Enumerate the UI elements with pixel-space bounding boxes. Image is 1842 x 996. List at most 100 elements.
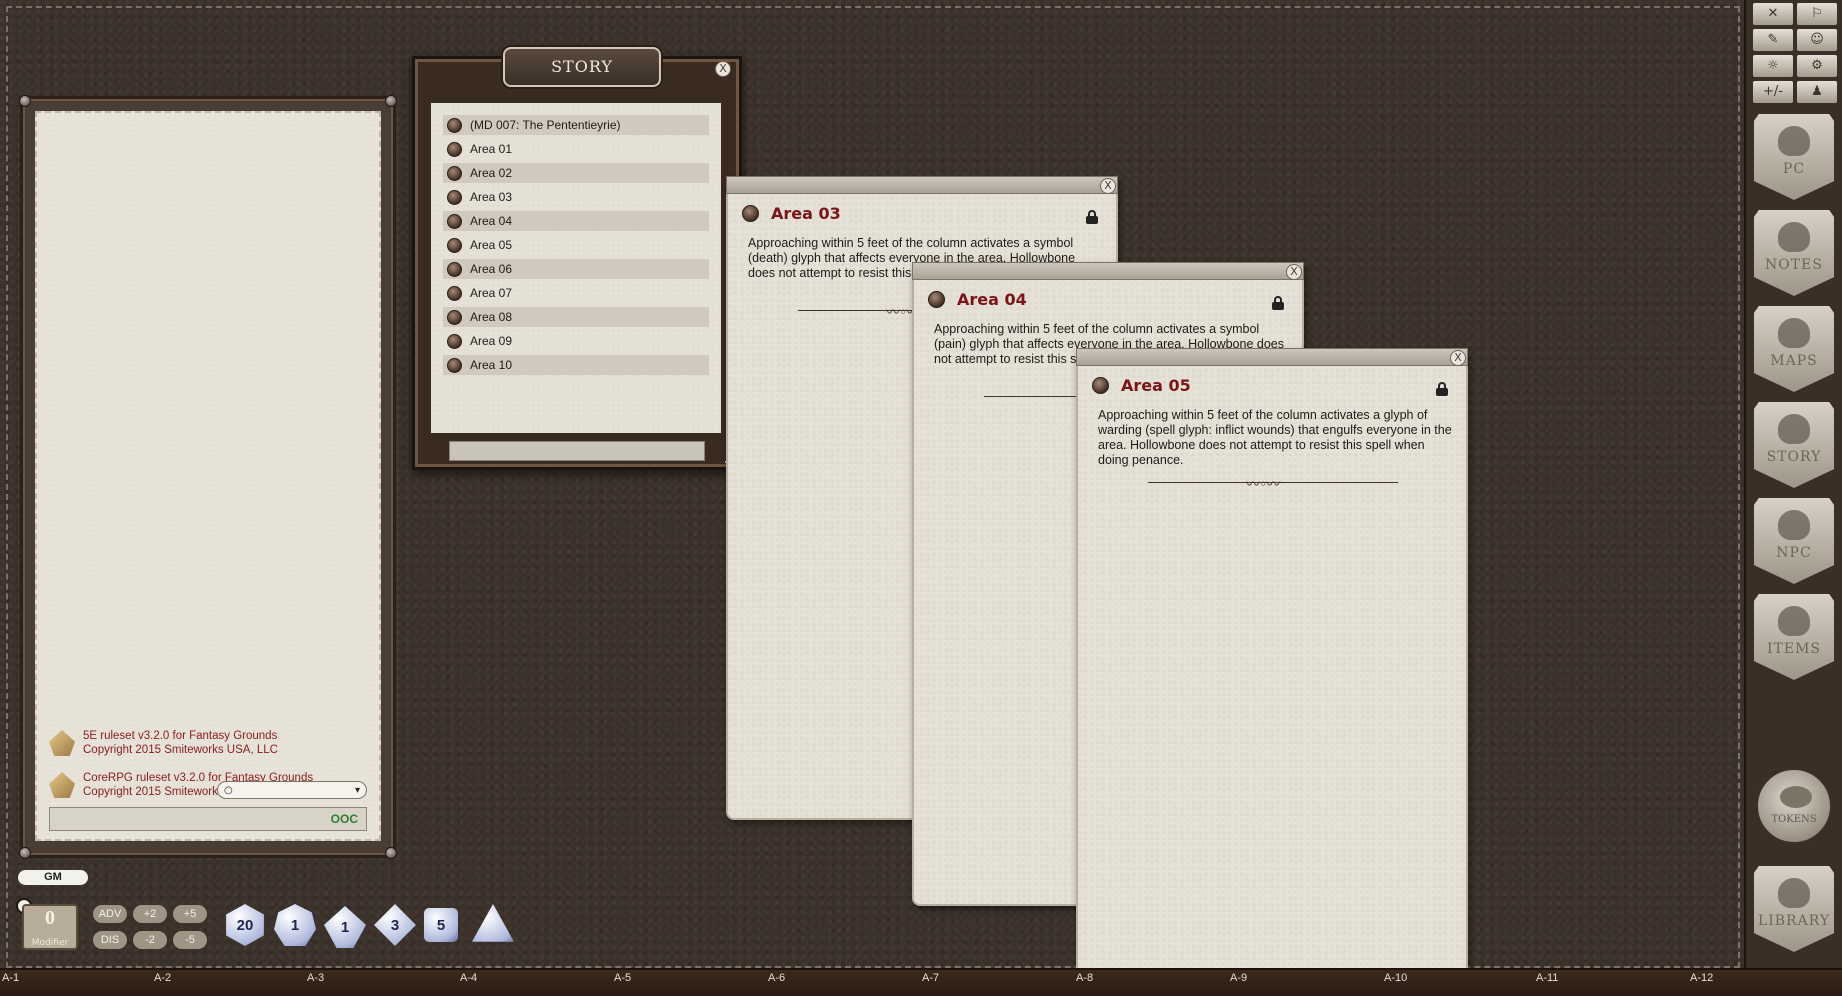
right-sidebar: ✕ ⚐ ✎ ☺ ☼ ⚙ +/- ♟ PC NOTES MAPS STORY NP… <box>1744 0 1842 968</box>
link-icon[interactable] <box>742 205 759 222</box>
story-list-item[interactable]: Area 07 <box>443 283 709 303</box>
flourish-icon: 〰◦〰 <box>1246 477 1280 493</box>
effects-icon[interactable]: +/- <box>1752 80 1794 104</box>
story-list: (MD 007: The Pententieyrie) Area 01 Area… <box>431 103 721 433</box>
link-icon[interactable] <box>447 213 462 229</box>
link-icon[interactable] <box>1092 377 1109 394</box>
story-list-item[interactable]: Area 02 <box>443 163 709 183</box>
d10-die-icon[interactable]: 1 <box>324 906 366 948</box>
modifier-value: 0 <box>45 907 55 929</box>
story-list-item[interactable]: Area 01 <box>443 139 709 159</box>
close-icon[interactable]: X <box>1286 264 1302 280</box>
story-list-item[interactable]: Area 05 <box>443 235 709 255</box>
tokens-sidebar-button[interactable]: TOKENS <box>1756 768 1832 844</box>
lock-icon[interactable] <box>1086 210 1098 224</box>
link-icon[interactable] <box>447 165 462 181</box>
frame-stud <box>385 847 397 859</box>
d12-die-icon[interactable]: 1 <box>274 904 316 946</box>
record-title[interactable]: Area 03 <box>771 204 841 223</box>
ruler-label: A-2 <box>154 972 172 984</box>
link-icon[interactable] <box>447 309 462 325</box>
tables-icon[interactable]: ✎ <box>1752 28 1794 52</box>
link-icon[interactable] <box>447 141 462 157</box>
chat-log[interactable]: 5E ruleset v3.2.0 for Fantasy Grounds Co… <box>35 111 381 841</box>
d6-die-icon[interactable]: 5 <box>424 908 458 942</box>
notes-sidebar-button[interactable]: NOTES <box>1754 210 1834 296</box>
story-list-item[interactable]: Area 06 <box>443 259 709 279</box>
ruleset-icon <box>49 730 75 756</box>
close-icon[interactable]: X <box>1450 350 1466 366</box>
d8-die-icon[interactable]: 3 <box>374 904 416 946</box>
record-title[interactable]: Area 04 <box>957 290 1027 309</box>
d4-die-icon[interactable] <box>472 904 514 946</box>
library-sidebar-button[interactable]: LIBRARY <box>1754 866 1834 952</box>
skull-icon <box>1778 510 1810 540</box>
link-icon[interactable] <box>447 285 462 301</box>
story-list-item[interactable]: Area 10 <box>443 355 709 375</box>
ruler-label: A-6 <box>768 972 786 984</box>
link-icon[interactable] <box>447 333 462 349</box>
maps-sidebar-button[interactable]: MAPS <box>1754 306 1834 392</box>
ruler-label: A-10 <box>1384 972 1408 984</box>
grid-ruler: A-1 A-2 A-3 A-4 A-5 A-6 A-7 A-8 A-9 A-10… <box>0 968 1842 996</box>
story-filter-input[interactable] <box>449 441 705 461</box>
chat-entry-input[interactable]: OOC <box>49 807 367 831</box>
story-window[interactable]: STORY X (MD 007: The Pententieyrie) Area… <box>412 47 742 470</box>
window-titlebar[interactable] <box>912 262 1304 280</box>
record-header: Area 05 <box>1092 376 1191 395</box>
story-window-title: STORY <box>503 47 661 87</box>
npc-sidebar-button[interactable]: NPC <box>1754 498 1834 584</box>
masks-icon <box>1778 414 1810 444</box>
minus2-button[interactable]: -2 <box>132 930 168 950</box>
calendar-icon[interactable]: ☼ <box>1752 54 1794 78</box>
frame-stud <box>19 95 31 107</box>
lock-icon[interactable] <box>1436 382 1448 396</box>
plus2-button[interactable]: +2 <box>132 904 168 924</box>
link-icon[interactable] <box>447 261 462 277</box>
ruler-label: A-5 <box>614 972 632 984</box>
party-sheet-icon[interactable]: ⚐ <box>1796 2 1838 26</box>
options-icon[interactable]: ⚙ <box>1796 54 1838 78</box>
token-icon <box>1780 786 1812 808</box>
link-icon[interactable] <box>447 117 462 133</box>
story-sidebar-button[interactable]: STORY <box>1754 402 1834 488</box>
close-icon[interactable]: X <box>1100 178 1116 194</box>
close-icon[interactable]: X <box>715 61 731 77</box>
record-title[interactable]: Area 05 <box>1121 376 1191 395</box>
lock-icon[interactable] <box>1272 296 1284 310</box>
story-list-item[interactable]: Area 03 <box>443 187 709 207</box>
minus5-button[interactable]: -5 <box>172 930 208 950</box>
chat-message-line: 5E ruleset v3.2.0 for Fantasy Grounds <box>83 730 278 742</box>
story-list-item[interactable]: Area 04 <box>443 211 709 231</box>
ruler-label: A-8 <box>1076 972 1094 984</box>
modifier-box[interactable]: 0 Modifier <box>22 904 78 950</box>
combat-tracker-icon[interactable]: ✕ <box>1752 2 1794 26</box>
helmet-icon <box>1778 126 1810 156</box>
record-text[interactable]: Approaching within 5 feet of the column … <box>1098 408 1452 468</box>
link-icon[interactable] <box>447 357 462 373</box>
modifiers-icon[interactable]: ☺ <box>1796 28 1838 52</box>
items-sidebar-button[interactable]: ITEMS <box>1754 594 1834 680</box>
ooc-toggle[interactable]: OOC <box>331 812 358 826</box>
frame-stud <box>19 847 31 859</box>
window-titlebar[interactable] <box>1076 348 1468 366</box>
story-record-window[interactable]: X Area 05 Approaching within 5 feet of t… <box>1076 348 1468 992</box>
ruler-label: A-11 <box>1536 972 1559 984</box>
story-list-item[interactable]: (MD 007: The Pententieyrie) <box>443 115 709 135</box>
link-icon[interactable] <box>447 189 462 205</box>
adv-button[interactable]: ADV <box>92 904 128 924</box>
pointer-icon[interactable]: ♟ <box>1796 80 1838 104</box>
d20-die-icon[interactable]: 20 <box>224 904 266 946</box>
link-icon[interactable] <box>447 237 462 253</box>
dis-button[interactable]: DIS <box>92 930 128 950</box>
ruler-label: A-3 <box>307 972 325 984</box>
gm-identity-badge[interactable]: GM <box>18 870 88 885</box>
frame-stud <box>385 95 397 107</box>
pc-sidebar-button[interactable]: PC <box>1754 114 1834 200</box>
link-icon[interactable] <box>928 291 945 308</box>
chat-mode-dropdown[interactable]: ○ ▾ <box>217 781 367 799</box>
story-list-item[interactable]: Area 09 <box>443 331 709 351</box>
plus5-button[interactable]: +5 <box>172 904 208 924</box>
story-list-item[interactable]: Area 08 <box>443 307 709 327</box>
window-titlebar[interactable] <box>726 176 1118 194</box>
